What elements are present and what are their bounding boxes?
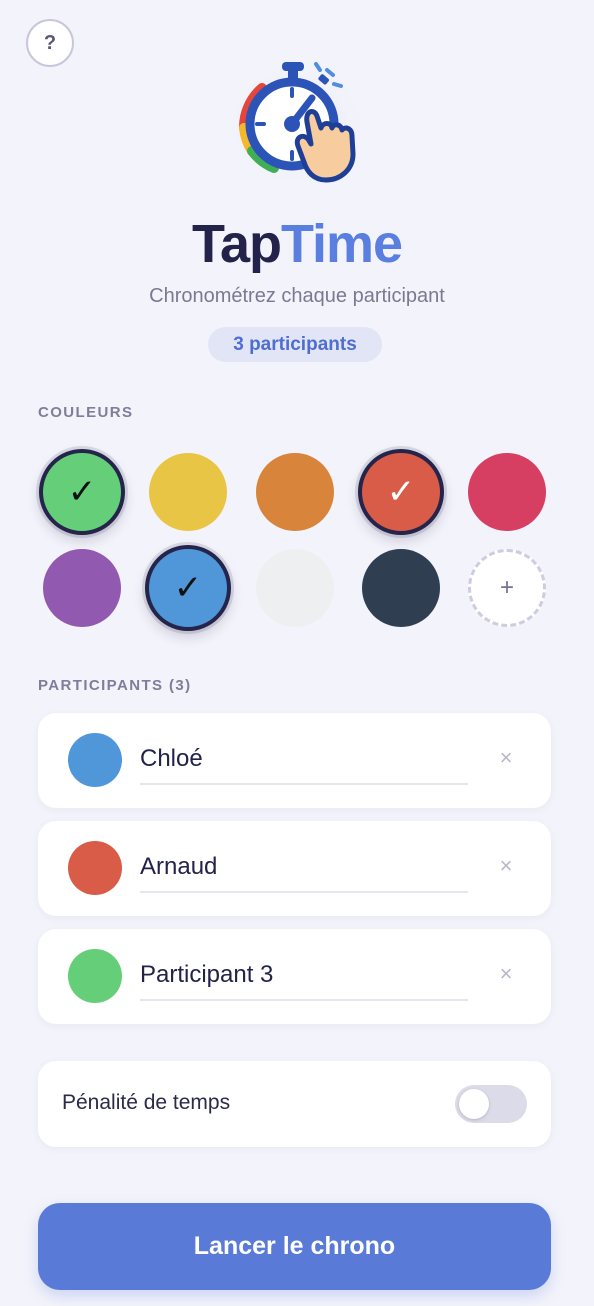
participant-count-badge: 3 participants [208, 327, 382, 362]
help-button[interactable]: ? [26, 19, 74, 67]
time-penalty-card: Pénalité de temps [38, 1061, 551, 1147]
participant-card: Arnaud × [38, 821, 551, 916]
participant-card: Chloé × [38, 713, 551, 808]
color-swatch[interactable] [256, 549, 334, 627]
color-swatch[interactable]: ✓ [358, 449, 444, 535]
remove-participant-icon[interactable]: × [494, 746, 518, 770]
participant-name-input[interactable]: Participant 3 [140, 959, 468, 1001]
participant-card: Participant 3 × [38, 929, 551, 1024]
app-subtitle: Chronométrez chaque participant [149, 285, 445, 307]
time-penalty-label: Pénalité de temps [62, 1091, 231, 1114]
stopwatch-tap-icon [222, 60, 372, 191]
time-penalty-toggle[interactable] [455, 1085, 527, 1123]
color-swatch[interactable]: ✓ [145, 545, 231, 631]
participant-name-input[interactable]: Arnaud [140, 851, 468, 893]
participant-color-dot[interactable] [68, 841, 122, 895]
participant-color-dot[interactable] [68, 949, 122, 1003]
color-swatch[interactable] [256, 453, 334, 531]
app-title: TapTime [0, 212, 594, 276]
color-swatch[interactable] [362, 549, 440, 627]
question-mark-icon: ? [43, 31, 57, 54]
remove-participant-icon[interactable]: × [494, 962, 518, 986]
toggle-knob [459, 1089, 489, 1119]
color-swatch[interactable] [468, 453, 546, 531]
color-swatch[interactable] [149, 453, 227, 531]
participants-section-label: PARTICIPANTS (3) [38, 677, 192, 694]
checkmark-icon: ✓ [67, 473, 97, 511]
color-swatch[interactable]: ✓ [39, 449, 125, 535]
checkmark-icon: ✓ [173, 569, 203, 607]
participant-color-dot[interactable] [68, 733, 122, 787]
app-title-part2: Time [280, 214, 403, 274]
add-color-button[interactable]: + [468, 549, 546, 627]
plus-icon: + [499, 574, 514, 601]
remove-participant-icon[interactable]: × [494, 854, 518, 878]
participant-name-input[interactable]: Chloé [140, 743, 468, 785]
colors-section-label: COULEURS [38, 404, 134, 421]
app-title-part1: Tap [191, 214, 282, 274]
checkmark-icon: ✓ [386, 473, 416, 511]
color-swatch[interactable] [43, 549, 121, 627]
app-screen: ? TapTime Chronométrez chaque participan… [0, 0, 594, 1306]
start-timer-button[interactable]: Lancer le chrono [38, 1203, 551, 1290]
